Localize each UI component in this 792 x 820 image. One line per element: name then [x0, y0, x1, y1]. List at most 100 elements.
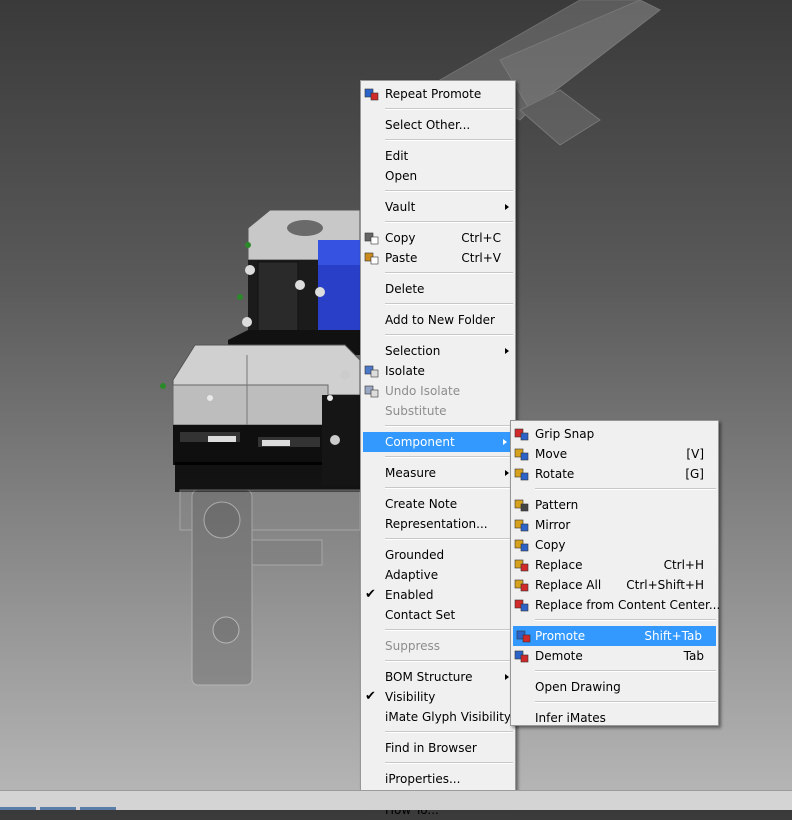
- undo-isolate-icon: [364, 383, 380, 399]
- menu-item-repeat-promote[interactable]: Repeat Promote: [361, 84, 515, 104]
- menu-separator: [385, 108, 513, 110]
- menu-item-label: BOM Structure: [385, 670, 473, 684]
- menu-item-shortcut: Tab: [683, 649, 704, 663]
- menu-item-contact-set[interactable]: Contact Set: [361, 605, 515, 625]
- menu-item-label: Measure: [385, 466, 436, 480]
- menu-item-selection[interactable]: Selection: [361, 341, 515, 361]
- menu-item-label: Suppress: [385, 639, 441, 653]
- menu-item-label: Enabled: [385, 588, 434, 602]
- menu-item-add-to-new-folder[interactable]: Add to New Folder: [361, 310, 515, 330]
- menu-item-label: Rotate: [535, 467, 575, 481]
- submenu-item-promote[interactable]: Promote Shift+Tab: [513, 626, 716, 646]
- pattern-icon: [514, 497, 530, 513]
- submenu-arrow-icon: [505, 204, 509, 210]
- copy-component-icon: [514, 537, 530, 553]
- menu-item-grounded[interactable]: Grounded: [361, 545, 515, 565]
- submenu-item-move[interactable]: Move [V]: [511, 444, 718, 464]
- ghost-bracket: [179, 489, 361, 686]
- submenu-item-rotate[interactable]: Rotate [G]: [511, 464, 718, 484]
- menu-separator: [385, 303, 513, 305]
- menu-item-label: Open Drawing: [535, 680, 621, 694]
- menu-item-label: Delete: [385, 282, 425, 296]
- submenu-arrow-icon: [505, 674, 509, 680]
- submenu-item-replace-all[interactable]: Replace All Ctrl+Shift+H: [511, 575, 718, 595]
- menu-item-copy[interactable]: Copy Ctrl+C: [361, 228, 515, 248]
- menu-item-label: Contact Set: [385, 608, 456, 622]
- submenu-item-replace-from-content-center[interactable]: Replace from Content Center...: [511, 595, 720, 615]
- menu-separator: [535, 488, 716, 490]
- menu-item-select-other[interactable]: Select Other...: [361, 115, 515, 135]
- menu-item-label: Replace: [535, 558, 583, 572]
- menu-separator: [385, 538, 513, 540]
- menu-item-iproperties[interactable]: iProperties...: [361, 769, 515, 789]
- menu-item-isolate[interactable]: Isolate: [361, 361, 515, 381]
- menu-item-edit[interactable]: Edit: [361, 146, 515, 166]
- submenu-item-pattern[interactable]: Pattern: [511, 495, 718, 515]
- menu-item-shortcut: Ctrl+H: [663, 558, 704, 572]
- menu-item-open[interactable]: Open: [361, 166, 515, 186]
- taskbar: [0, 790, 792, 810]
- menu-item-paste[interactable]: Paste Ctrl+V: [361, 248, 515, 268]
- mirror-icon: [514, 517, 530, 533]
- menu-item-label: Substitute: [385, 404, 447, 418]
- submenu-item-demote[interactable]: Demote Tab: [511, 646, 718, 666]
- menu-item-label: Replace All: [535, 578, 602, 592]
- paste-icon: [364, 250, 380, 266]
- menu-separator: [385, 221, 513, 223]
- rotate-icon: [514, 466, 530, 482]
- submenu-item-grip-snap[interactable]: Grip Snap: [511, 424, 718, 444]
- menu-item-label: Adaptive: [385, 568, 439, 582]
- menu-item-undo-isolate[interactable]: Undo Isolate: [361, 381, 515, 401]
- menu-separator: [385, 425, 513, 427]
- upper-block: [228, 209, 361, 355]
- menu-item-visibility[interactable]: ✔ Visibility: [361, 687, 515, 707]
- menu-item-component[interactable]: Component: [363, 432, 513, 452]
- menu-item-find-in-browser[interactable]: Find in Browser: [361, 738, 515, 758]
- submenu-item-copy[interactable]: Copy: [511, 535, 718, 555]
- submenu-item-open-drawing[interactable]: Open Drawing: [511, 677, 718, 697]
- menu-item-substitute[interactable]: Substitute: [361, 401, 515, 421]
- submenu-arrow-icon: [505, 348, 509, 354]
- menu-item-shortcut: Ctrl+Shift+H: [626, 578, 704, 592]
- menu-item-shortcut: Shift+Tab: [644, 629, 702, 643]
- menu-item-label: Create Note: [385, 497, 458, 511]
- menu-separator: [385, 139, 513, 141]
- menu-item-label: Copy: [385, 231, 416, 245]
- menu-item-label: Undo Isolate: [385, 384, 461, 398]
- menu-item-bom-structure[interactable]: BOM Structure: [361, 667, 515, 687]
- menu-item-delete[interactable]: Delete: [361, 279, 515, 299]
- copy-icon: [364, 230, 380, 246]
- content-center-icon: [514, 597, 530, 613]
- menu-item-label: Open: [385, 169, 418, 183]
- submenu-item-mirror[interactable]: Mirror: [511, 515, 718, 535]
- menu-item-vault[interactable]: Vault: [361, 197, 515, 217]
- menu-separator: [535, 670, 716, 672]
- repeat-promote-icon: [364, 86, 380, 102]
- menu-separator: [385, 487, 513, 489]
- menu-item-representation[interactable]: Representation...: [361, 514, 515, 534]
- menu-item-label: Add to New Folder: [385, 313, 495, 327]
- menu-item-label: Demote: [535, 649, 583, 663]
- menu-separator: [385, 629, 513, 631]
- menu-item-label: iMate Glyph Visibility: [385, 710, 512, 724]
- menu-separator: [535, 701, 716, 703]
- menu-item-imate-glyph-visibility[interactable]: iMate Glyph Visibility: [361, 707, 515, 727]
- demote-icon: [514, 648, 530, 664]
- menu-item-suppress[interactable]: Suppress: [361, 636, 515, 656]
- menu-item-label: Isolate: [385, 364, 425, 378]
- menu-item-label: Selection: [385, 344, 441, 358]
- submenu-item-replace[interactable]: Replace Ctrl+H: [511, 555, 718, 575]
- menu-separator: [385, 456, 513, 458]
- menu-item-enabled[interactable]: ✔ Enabled: [361, 585, 515, 605]
- menu-item-create-note[interactable]: Create Note: [361, 494, 515, 514]
- checkmark-icon: ✔: [365, 587, 376, 602]
- menu-item-shortcut: Ctrl+V: [461, 251, 501, 265]
- menu-item-label: Infer iMates: [535, 711, 606, 725]
- promote-icon: [516, 628, 532, 644]
- menu-item-adaptive[interactable]: Adaptive: [361, 565, 515, 585]
- menu-item-measure[interactable]: Measure: [361, 463, 515, 483]
- submenu-item-infer-imates[interactable]: Infer iMates: [511, 708, 718, 728]
- menu-item-label: Pattern: [535, 498, 579, 512]
- menu-separator: [385, 272, 513, 274]
- lower-block: [160, 344, 361, 492]
